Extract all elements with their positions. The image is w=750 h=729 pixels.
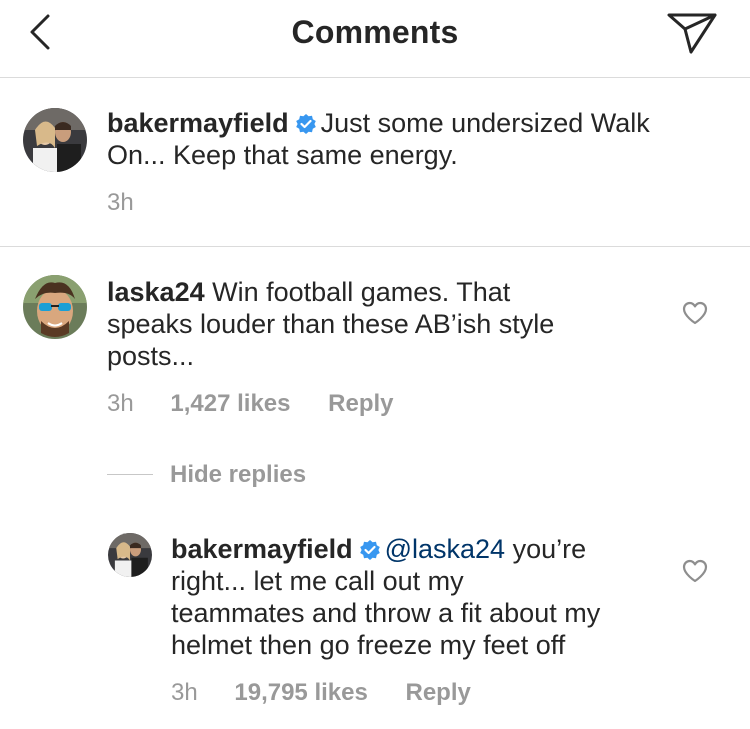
comment-username[interactable]: laska24 — [107, 277, 205, 307]
reply-username[interactable]: bakermayfield — [171, 534, 353, 564]
caption-username[interactable]: bakermayfield — [107, 108, 289, 138]
like-button[interactable] — [682, 301, 708, 325]
comment-text: laska24 Win football games. That speaks … — [107, 276, 667, 372]
like-button[interactable] — [682, 559, 708, 583]
reply-line-2: right... let me call out my — [171, 566, 464, 596]
comment-meta: 3h 1,427 likes Reply — [107, 390, 394, 418]
avatar[interactable] — [23, 108, 87, 172]
avatar[interactable] — [23, 275, 87, 339]
comments-header: Comments — [0, 0, 750, 78]
heart-icon — [682, 559, 708, 583]
share-button[interactable] — [666, 10, 718, 56]
reply-meta: 3h 19,795 likes Reply — [171, 679, 471, 707]
reply-button[interactable]: Reply — [406, 679, 471, 707]
comment-timestamp: 3h — [107, 390, 134, 417]
comment-line-3: posts... — [107, 341, 195, 371]
replies-divider — [107, 474, 153, 475]
caption-line-2: On... Keep that same energy. — [107, 140, 458, 170]
mention-link[interactable]: @laska24 — [385, 534, 505, 564]
caption-meta: 3h — [107, 189, 134, 217]
caption-text: bakermayfield Just some undersized Walk O… — [107, 107, 727, 171]
reply-button[interactable]: Reply — [328, 390, 393, 418]
page-title: Comments — [291, 14, 459, 50]
hide-replies-button[interactable]: Hide replies — [170, 461, 306, 489]
caption-timestamp: 3h — [107, 189, 134, 216]
comment-line-1: Win football games. That — [212, 277, 511, 307]
verified-badge-icon — [359, 540, 380, 560]
comment-likes[interactable]: 1,427 likes — [170, 390, 290, 418]
reply-likes[interactable]: 19,795 likes — [234, 679, 367, 707]
reply-line-4: helmet then go freeze my feet off — [171, 630, 566, 660]
heart-icon — [682, 301, 708, 325]
avatar[interactable] — [108, 533, 152, 577]
reply-timestamp: 3h — [171, 679, 198, 706]
paper-plane-icon — [667, 13, 717, 54]
caption-line-1: Just some undersized Walk — [320, 108, 650, 138]
reply-line-1: you’re — [512, 534, 587, 564]
reply-line-3: teammates and throw a fit about my — [171, 598, 601, 628]
reply-text: bakermayfield @laska24 you’re right... le… — [171, 533, 671, 661]
comment-line-2: speaks louder than these AB’ish style — [107, 309, 555, 339]
verified-badge-icon — [295, 114, 316, 134]
post-caption: bakermayfield Just some undersized Walk O… — [0, 78, 750, 247]
